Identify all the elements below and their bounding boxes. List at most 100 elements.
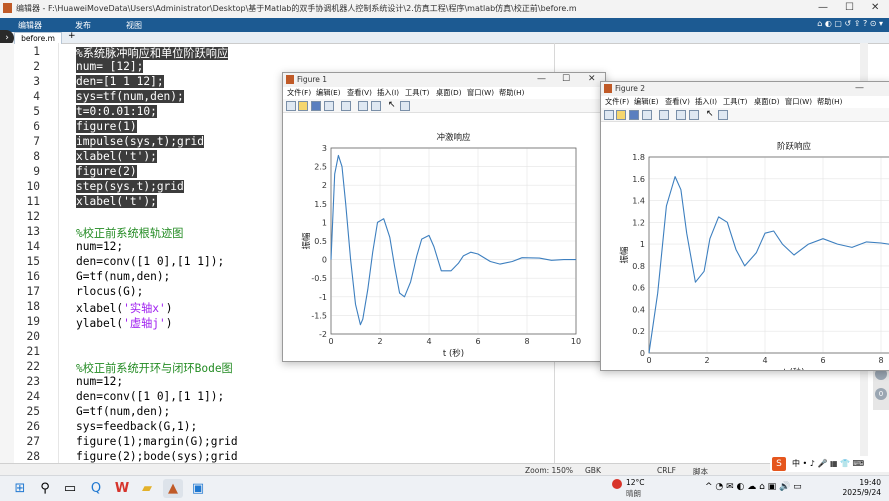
code-text: num= [12]; <box>76 60 144 73</box>
menu-edit[interactable]: 编辑(E) <box>634 97 659 107</box>
code-text: figure(2) <box>76 165 137 178</box>
line-number: 4 <box>33 90 40 103</box>
menu-desktop[interactable]: 桌面(D) <box>754 97 780 107</box>
search-app-icon[interactable]: Q <box>86 479 106 498</box>
menu-help[interactable]: 帮助(H) <box>499 88 524 98</box>
quick-access-icons[interactable]: ⌂ ◐ ▢ ↺ ⇪ ? ⊙ ▾ <box>817 19 883 28</box>
close-button[interactable]: ✕ <box>871 2 879 13</box>
encoding[interactable]: GBK <box>585 466 601 475</box>
y-tick-label: 2 <box>322 181 327 190</box>
menu-help[interactable]: 帮助(H) <box>817 97 842 107</box>
code-text: num=12; <box>76 240 124 253</box>
pointer-icon[interactable]: ↖ <box>706 109 714 119</box>
save-icon[interactable] <box>311 101 321 111</box>
legend-icon[interactable] <box>689 110 699 120</box>
x-tick-label: 10 <box>571 337 581 346</box>
menu-tools[interactable]: 工具(T) <box>405 88 429 98</box>
code-text: sys=tf(num,den); <box>76 90 184 103</box>
maximize-button[interactable]: ☐ <box>845 2 854 13</box>
menu-file[interactable]: 文件(F) <box>605 97 629 107</box>
print-icon[interactable] <box>324 101 334 111</box>
window-title: 编辑器 - F:\HuaweiMoveData\Users\Administra… <box>16 4 577 13</box>
y-tick-label: 1.6 <box>632 175 645 184</box>
clock-time[interactable]: 19:40 <box>851 478 881 487</box>
search-icon[interactable]: ⚲ <box>35 479 55 498</box>
menu-window[interactable]: 窗口(W) <box>467 88 494 98</box>
colorbar-icon[interactable] <box>676 110 686 120</box>
figure-1-close[interactable]: ✕ <box>588 74 596 84</box>
chart-title: 冲激响应 <box>436 132 471 143</box>
tab-view[interactable]: 视图 <box>126 20 142 31</box>
figure-1-minimize[interactable]: — <box>537 74 546 84</box>
code-text: %校正前系统开环与闭环Bode图 <box>76 362 233 375</box>
line-number: 28 <box>26 450 40 463</box>
clock-date[interactable]: 2025/9/24 <box>841 488 881 497</box>
code-text: figure(1) <box>76 120 137 133</box>
tab-publish[interactable]: 发布 <box>75 20 91 31</box>
open-file-icon[interactable] <box>298 101 308 111</box>
add-tab-button[interactable]: + <box>68 31 76 41</box>
link-plot-icon[interactable] <box>659 110 669 120</box>
y-tick-label: 0.5 <box>314 237 327 246</box>
colorbar-icon[interactable] <box>358 101 368 111</box>
legend-icon[interactable] <box>371 101 381 111</box>
task-view-icon[interactable]: ▭ <box>60 479 80 498</box>
menu-desktop[interactable]: 桌面(D) <box>436 88 462 98</box>
menu-view[interactable]: 查看(V) <box>347 88 372 98</box>
line-number: 25 <box>26 405 40 418</box>
step-response-plot[interactable]: 0 2 4 6 8 1.8 1.6 1.4 1.2 1 0.8 0.6 0.4 0.2 0 阶跃响应 t (秒)… <box>601 122 889 370</box>
save-icon[interactable] <box>629 110 639 120</box>
code-text: xlabel( <box>76 302 124 315</box>
impulse-response-plot[interactable]: 0 2 4 6 8 10 3 2.5 2 1.5 1 0.5 0 -0.5 -1 -1.5 -2 冲激响应 t (秒… <box>283 113 605 361</box>
tab-editor[interactable]: 编辑器 <box>18 20 42 31</box>
weather-temperature[interactable]: 12°C <box>626 478 645 487</box>
figure-2-window[interactable]: Figure 2 — 文件(F) 编辑(E) 查看(V) 插入(I) 工具(T)… <box>600 81 889 371</box>
zoom-level[interactable]: Zoom: 150% <box>525 466 573 475</box>
figure-1-window[interactable]: Figure 1 — ☐ ✕ 文件(F) 编辑(E) 查看(V) 插入(I) 工… <box>282 72 606 362</box>
weather-alert-icon[interactable] <box>612 479 622 489</box>
menu-edit[interactable]: 编辑(E) <box>316 88 341 98</box>
code-text: G=tf(num,den); <box>76 270 171 283</box>
property-editor-icon[interactable] <box>718 110 728 120</box>
widget-label: 0 <box>875 388 887 400</box>
code-text: figure(2);bode(sys);grid <box>76 450 238 463</box>
matlab-taskbar-icon[interactable]: ▲ <box>163 479 183 498</box>
line-number: 26 <box>26 420 40 433</box>
link-plot-icon[interactable] <box>341 101 351 111</box>
new-figure-icon[interactable] <box>286 101 296 111</box>
code-text: xlabel('t'); <box>76 195 157 208</box>
menu-insert[interactable]: 插入(I) <box>377 88 399 98</box>
pointer-icon[interactable]: ↖ <box>388 100 396 110</box>
file-explorer-icon[interactable]: ▰ <box>137 479 157 498</box>
sogou-ime-icon[interactable]: S <box>772 457 786 471</box>
y-tick-label: -1.5 <box>311 311 327 320</box>
system-tray-icons[interactable]: ^ ◔ ✉ ◐ ☁ ⌂ ▣ 🔊 ▭ <box>705 482 802 492</box>
y-tick-label: 1.5 <box>314 200 327 209</box>
wps-icon[interactable]: W <box>112 479 132 498</box>
figure-2-minimize[interactable]: — <box>855 83 864 93</box>
minimize-button[interactable]: — <box>818 2 828 13</box>
figure-1-maximize[interactable]: ☐ <box>562 74 570 84</box>
code-string: '虚轴j' <box>123 317 166 330</box>
y-tick-label: 1.4 <box>632 197 645 206</box>
print-icon[interactable] <box>642 110 652 120</box>
ime-toolbar[interactable]: S 中 • ♪ 🎤 ▦ 👕 ⌨ <box>770 456 889 472</box>
matlab-app-icon <box>3 3 12 13</box>
line-number: 11 <box>26 195 40 208</box>
photos-icon[interactable]: ▣ <box>188 479 208 498</box>
menu-window[interactable]: 窗口(W) <box>785 97 812 107</box>
menu-insert[interactable]: 插入(I) <box>695 97 717 107</box>
menu-file[interactable]: 文件(F) <box>287 88 311 98</box>
code-text: ) <box>165 317 173 330</box>
code-text: xlabel('t'); <box>76 150 157 163</box>
line-number: 10 <box>26 180 40 193</box>
ime-options[interactable]: 中 • ♪ 🎤 ▦ 👕 ⌨ <box>792 458 864 469</box>
menu-tools[interactable]: 工具(T) <box>723 97 747 107</box>
weather-description[interactable]: 晴朗 <box>626 488 641 499</box>
line-ending[interactable]: CRLF <box>657 466 676 475</box>
menu-view[interactable]: 查看(V) <box>665 97 690 107</box>
windows-start-icon[interactable]: ⊞ <box>10 479 30 498</box>
new-figure-icon[interactable] <box>604 110 614 120</box>
open-file-icon[interactable] <box>616 110 626 120</box>
property-editor-icon[interactable] <box>400 101 410 111</box>
